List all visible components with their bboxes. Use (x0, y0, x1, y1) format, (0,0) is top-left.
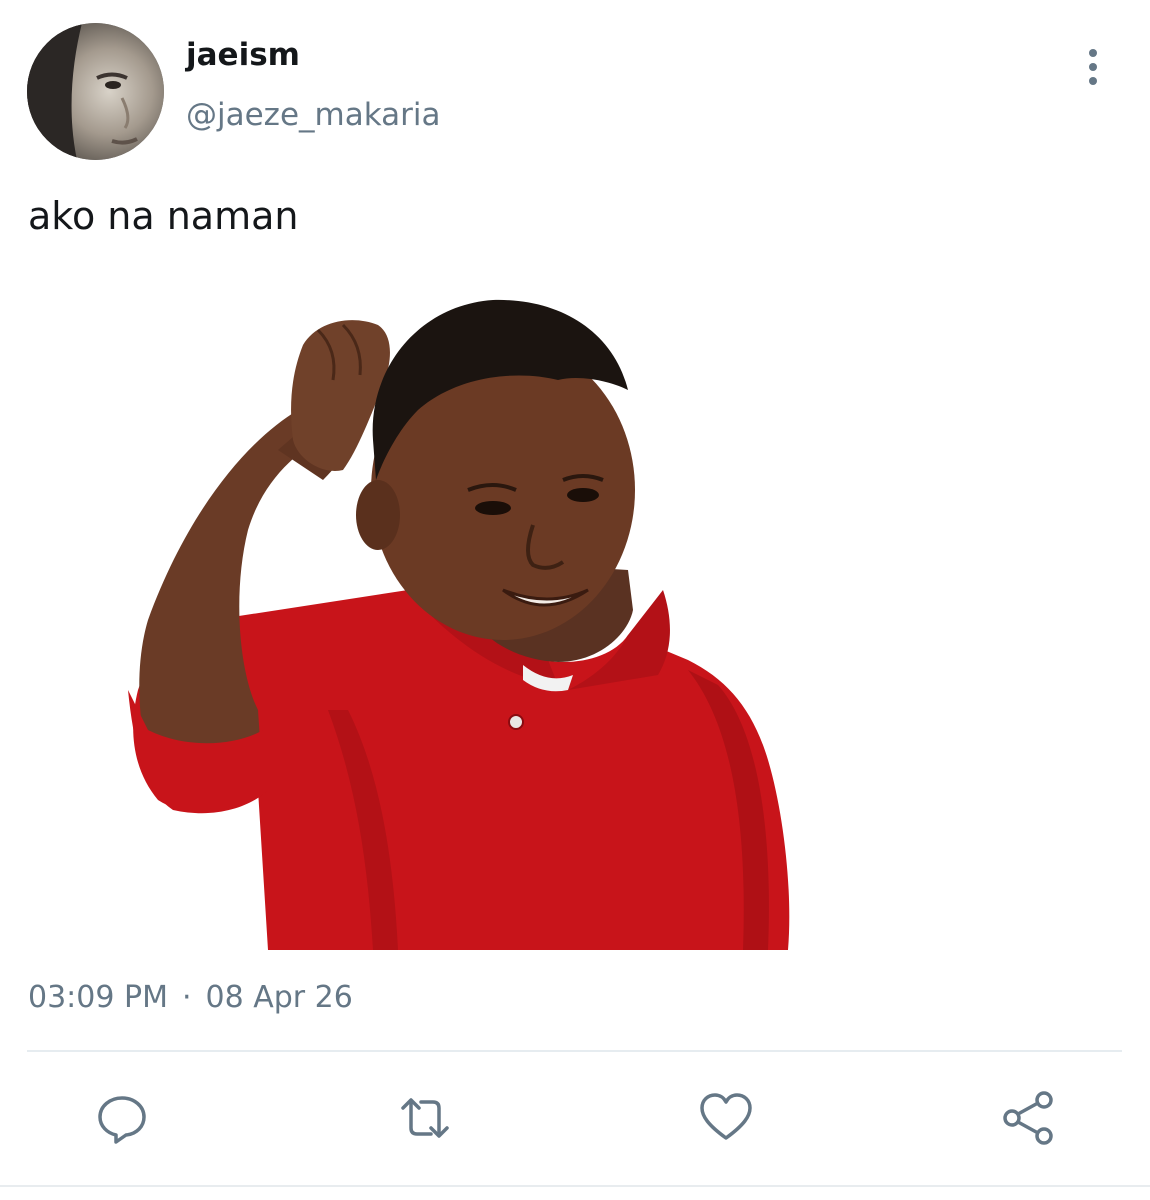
user-handle[interactable]: @jaeze_makaria (186, 95, 440, 135)
retweet-button[interactable] (397, 1090, 453, 1146)
more-vertical-icon (1089, 49, 1097, 85)
divider (27, 1050, 1122, 1052)
avatar[interactable] (27, 23, 164, 160)
boy-scratching-head-photo (128, 299, 790, 950)
tweet-text: ako na naman (28, 194, 299, 238)
meta-separator: · (181, 980, 192, 1015)
tweet-media-image[interactable] (128, 290, 793, 950)
tweet-timestamp[interactable]: 03:09 PM · 08 Apr 26 (28, 976, 353, 1020)
reply-icon (98, 1096, 146, 1144)
heart-icon (700, 1093, 752, 1140)
avatar-image (27, 23, 164, 160)
share-button[interactable] (1000, 1090, 1056, 1146)
tweet-time: 03:09 PM (28, 980, 168, 1015)
retweet-icon (401, 1098, 449, 1138)
more-options-button[interactable] (1070, 44, 1116, 90)
bottom-border (0, 1185, 1150, 1187)
like-button[interactable] (698, 1090, 754, 1146)
reply-button[interactable] (94, 1090, 150, 1146)
tweet-card: jaeism @jaeze_makaria ako na naman 03:09… (0, 0, 1150, 1200)
display-name[interactable]: jaeism (186, 36, 300, 74)
tweet-date: 08 Apr 26 (205, 980, 353, 1015)
share-icon (1003, 1091, 1053, 1145)
